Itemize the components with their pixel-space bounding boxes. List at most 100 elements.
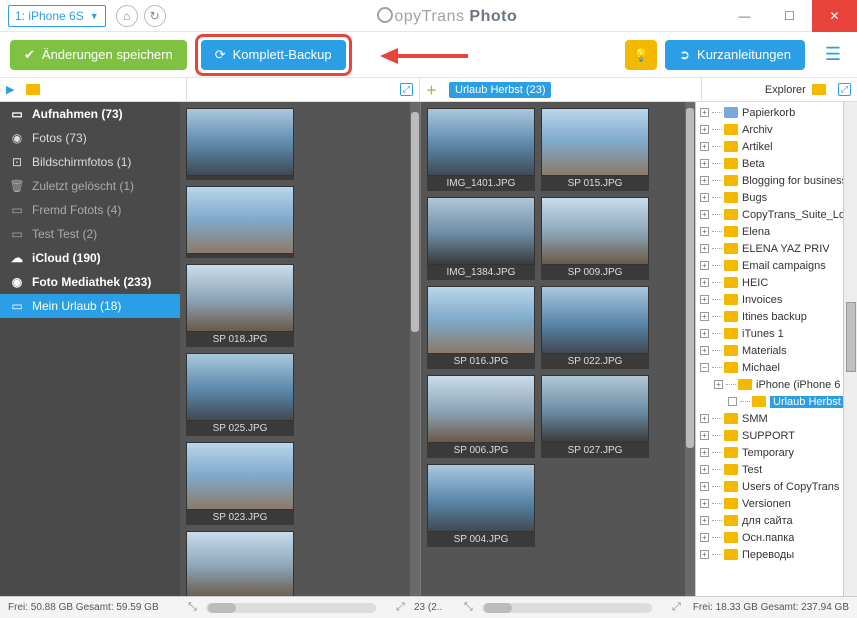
tree-folder[interactable]: +Materials	[696, 342, 843, 359]
photo-thumbnail[interactable]: SP 023.JPG	[186, 442, 294, 525]
photo-thumbnail[interactable]: SP 018.JPG	[186, 264, 294, 347]
photo-thumbnail[interactable]: SP 021.JPG	[186, 531, 294, 596]
tree-folder[interactable]: +Beta	[696, 155, 843, 172]
sidebar-item[interactable]: ⊡Bildschirmfotos (1)	[0, 150, 180, 174]
photo-thumbnail[interactable]	[186, 108, 294, 180]
photo-thumbnail[interactable]: IMG_1401.JPG	[427, 108, 535, 191]
tree-folder[interactable]: +Archiv	[696, 121, 843, 138]
tree-folder[interactable]: +Blogging for business	[696, 172, 843, 189]
tree-folder[interactable]: +Artikel	[696, 138, 843, 155]
scrollbar[interactable]	[685, 102, 695, 596]
resize-icon[interactable]: ⤢	[672, 601, 681, 614]
photo-thumbnail[interactable]: IMG_1384.JPG	[427, 197, 535, 280]
tree-folder[interactable]: +ELENA YAZ PRIV	[696, 240, 843, 257]
expand-left-icon[interactable]: ⤢	[400, 83, 413, 96]
expand-icon[interactable]: +	[700, 346, 709, 355]
sidebar-item[interactable]: ▭Fremd Fotots (4)	[0, 198, 180, 222]
tree-folder[interactable]: +Temporary	[696, 444, 843, 461]
tree-folder[interactable]: +для сайта	[696, 512, 843, 529]
resize-icon[interactable]: ⤡	[464, 601, 473, 614]
expand-right-icon[interactable]: ⤢	[838, 83, 851, 96]
expand-icon[interactable]: +	[700, 278, 709, 287]
maximize-button[interactable]: ☐	[767, 0, 812, 32]
photo-thumbnail[interactable]	[186, 186, 294, 258]
expand-icon[interactable]: +	[700, 261, 709, 270]
tree-folder[interactable]: +CopyTrans_Suite_Lo	[696, 206, 843, 223]
add-icon[interactable]: ＋	[426, 82, 437, 98]
expand-icon[interactable]	[728, 397, 737, 406]
tree-folder[interactable]: +SMM	[696, 410, 843, 427]
refresh-icon[interactable]: ↻	[144, 5, 166, 27]
photo-thumbnail[interactable]: SP 015.JPG	[541, 108, 649, 191]
menu-button[interactable]: ☰	[819, 41, 847, 69]
expand-icon[interactable]: +	[700, 431, 709, 440]
expand-icon[interactable]: −	[700, 363, 709, 372]
sidebar-item[interactable]: ☁iCloud (190)	[0, 246, 180, 270]
device-select[interactable]: 1: iPhone 6S ▼	[8, 5, 106, 27]
expand-icon[interactable]: +	[700, 533, 709, 542]
scrollbar[interactable]	[843, 102, 857, 596]
expand-icon[interactable]: +	[700, 176, 709, 185]
close-button[interactable]: ✕	[812, 0, 857, 32]
zoom-slider[interactable]	[206, 603, 376, 613]
resize-icon[interactable]: ⤢	[396, 601, 405, 614]
photo-thumbnail[interactable]: SP 009.JPG	[541, 197, 649, 280]
home-icon[interactable]: ⌂	[116, 5, 138, 27]
expand-icon[interactable]: +	[700, 465, 709, 474]
tree-folder[interactable]: +Переводы	[696, 546, 843, 563]
expand-icon[interactable]: +	[700, 125, 709, 134]
tree-folder[interactable]: +Itines backup	[696, 308, 843, 325]
expand-icon[interactable]: +	[700, 482, 709, 491]
tree-folder[interactable]: +Bugs	[696, 189, 843, 206]
expand-icon[interactable]: +	[700, 499, 709, 508]
expand-icon[interactable]: +	[700, 295, 709, 304]
tree-folder[interactable]: +SUPPORT	[696, 427, 843, 444]
sidebar-item[interactable]: ◉Fotos (73)	[0, 126, 180, 150]
sidebar-item[interactable]: ▭Test Test (2)	[0, 222, 180, 246]
tips-button[interactable]: 💡	[625, 40, 657, 70]
quick-guides-button[interactable]: ➲ Kurzanleitungen	[665, 40, 805, 70]
sidebar-item[interactable]: 🗑Zuletzt gelöscht (1)	[0, 174, 180, 198]
expand-icon[interactable]: +	[700, 227, 709, 236]
tree-folder[interactable]: +iTunes 1	[696, 325, 843, 342]
zoom-slider[interactable]	[482, 603, 652, 613]
tree-folder[interactable]: Urlaub Herbst	[696, 393, 843, 410]
tree-folder[interactable]: +HEIC	[696, 274, 843, 291]
expand-icon[interactable]: +	[714, 380, 723, 389]
photo-thumbnail[interactable]: SP 006.JPG	[427, 375, 535, 458]
active-album-tab[interactable]: Urlaub Herbst (23)	[449, 82, 551, 98]
tree-folder[interactable]: +Elena	[696, 223, 843, 240]
save-changes-button[interactable]: ✔ Änderungen speichern	[10, 40, 187, 70]
play-icon[interactable]: ▶	[6, 83, 14, 96]
photo-thumbnail[interactable]: SP 027.JPG	[541, 375, 649, 458]
tree-folder[interactable]: +Versionen	[696, 495, 843, 512]
photo-thumbnail[interactable]: SP 025.JPG	[186, 353, 294, 436]
tree-folder[interactable]: −Michael	[696, 359, 843, 376]
tree-folder[interactable]: +Осн.папка	[696, 529, 843, 546]
expand-icon[interactable]: +	[700, 448, 709, 457]
photo-thumbnail[interactable]: SP 016.JPG	[427, 286, 535, 369]
expand-icon[interactable]: +	[700, 550, 709, 559]
full-backup-button[interactable]: ⟳ Komplett-Backup	[201, 40, 346, 70]
expand-icon[interactable]: +	[700, 312, 709, 321]
sidebar-item[interactable]: ◉Foto Mediathek (233)	[0, 270, 180, 294]
folder-icon[interactable]	[26, 84, 40, 95]
tree-folder[interactable]: +Test	[696, 461, 843, 478]
expand-icon[interactable]: +	[700, 142, 709, 151]
tree-folder[interactable]: +iPhone (iPhone 6	[696, 376, 843, 393]
photo-thumbnail[interactable]: SP 022.JPG	[541, 286, 649, 369]
expand-icon[interactable]: +	[700, 210, 709, 219]
expand-icon[interactable]: +	[700, 108, 709, 117]
tree-folder[interactable]: +Invoices	[696, 291, 843, 308]
expand-icon[interactable]: +	[700, 159, 709, 168]
folder-icon[interactable]	[812, 84, 826, 95]
minimize-button[interactable]: —	[722, 0, 767, 32]
scrollbar[interactable]	[410, 102, 420, 596]
resize-icon[interactable]: ⤡	[188, 601, 197, 614]
tree-folder[interactable]: +Users of CopyTrans	[696, 478, 843, 495]
photo-thumbnail[interactable]: SP 004.JPG	[427, 464, 535, 547]
expand-icon[interactable]: +	[700, 329, 709, 338]
tree-folder[interactable]: +Email campaigns	[696, 257, 843, 274]
expand-icon[interactable]: +	[700, 414, 709, 423]
sidebar-item[interactable]: ▭Aufnahmen (73)	[0, 102, 180, 126]
